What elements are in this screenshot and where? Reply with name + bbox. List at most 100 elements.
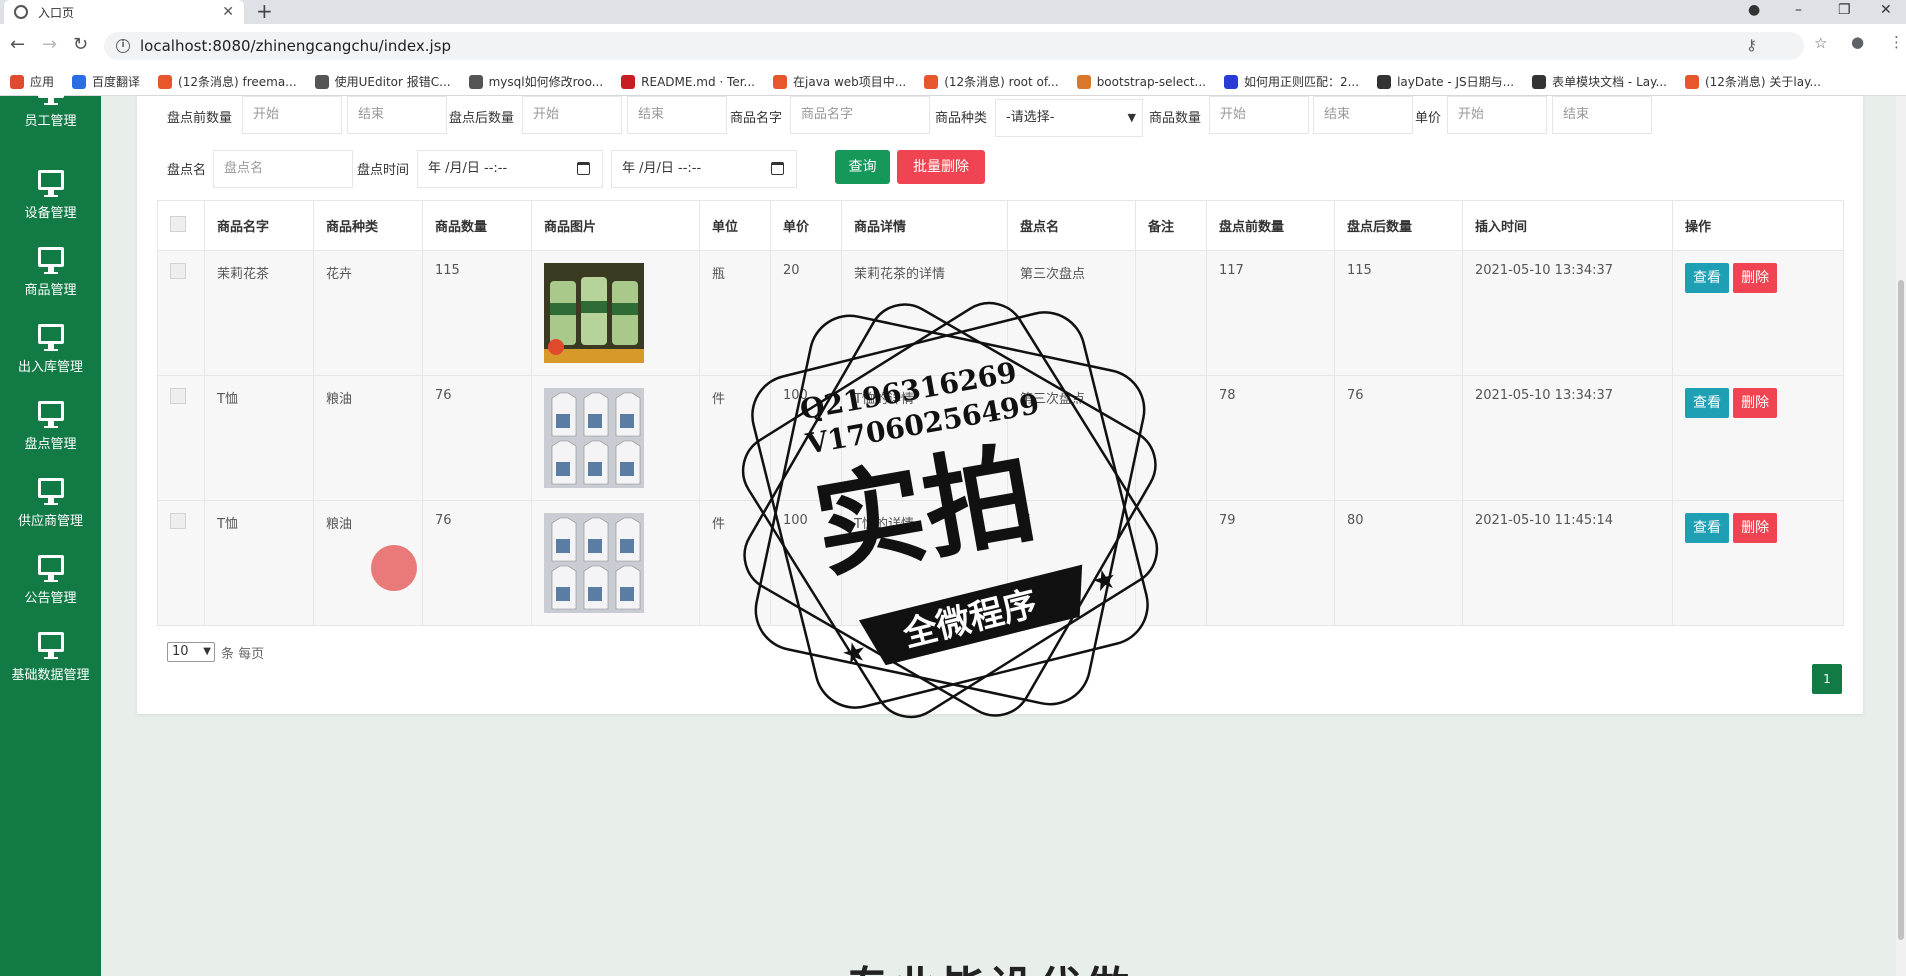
close-window-icon[interactable]: ✕: [1880, 0, 1892, 24]
actions-cell: 查看 删除: [1672, 500, 1844, 626]
browser-tab[interactable]: 入口页 ✕: [4, 0, 244, 24]
bookmark-favicon-icon: [468, 74, 483, 89]
view-button[interactable]: 查看: [1685, 513, 1729, 543]
date-placeholder: 年 /月/日 --:--: [428, 161, 508, 176]
apps-grid-icon: [10, 74, 24, 89]
cell-type: 粮油: [313, 375, 423, 501]
column-header: 商品详情: [841, 200, 1008, 251]
row-select-cell: [157, 375, 205, 501]
info-icon[interactable]: i: [116, 39, 130, 53]
back-icon[interactable]: ←: [10, 34, 25, 55]
row-checkbox[interactable]: [170, 388, 186, 404]
page-size-select[interactable]: 10 ▼: [167, 642, 215, 662]
product-type-selected: -请选择-: [1006, 110, 1055, 125]
sidebar-item-announcements[interactable]: 公告管理: [0, 555, 101, 606]
row-checkbox[interactable]: [170, 513, 186, 529]
url-field[interactable]: i localhost:8080/zhinengcangchu/index.js…: [104, 32, 1804, 60]
sidebar-item-stocktake[interactable]: 盘点管理: [0, 401, 101, 452]
bookmark-favicon-icon: [1223, 74, 1238, 89]
delete-button[interactable]: 删除: [1733, 263, 1778, 293]
actions-cell: 查看 删除: [1672, 375, 1844, 501]
product-qty-end-input[interactable]: 结束: [1313, 96, 1413, 134]
bookmark-item[interactable]: 使用UEditor 报错C...: [314, 73, 451, 90]
bookmark-item[interactable]: 在java web项目中...: [773, 73, 906, 90]
bookmark-item[interactable]: mysql如何修改roo...: [468, 73, 604, 90]
monitor-icon: [37, 478, 64, 505]
view-button[interactable]: 查看: [1685, 388, 1729, 418]
monitor-icon: [37, 324, 64, 351]
bookmark-item[interactable]: 表单模块文档 - Lay...: [1532, 73, 1667, 90]
delete-button[interactable]: 删除: [1733, 513, 1778, 543]
sidebar-item-staff[interactable]: 员工管理: [0, 88, 101, 129]
bookmark-item[interactable]: bootstrap-select...: [1076, 74, 1206, 89]
monitor-icon: [37, 170, 64, 197]
price-start-input[interactable]: 开始: [1447, 96, 1547, 134]
sidebar-item-suppliers[interactable]: 供应商管理: [0, 478, 101, 529]
profile-dropdown-icon[interactable]: ●: [1748, 0, 1760, 24]
check-time-start-input[interactable]: 年 /月/日 --:--: [417, 150, 603, 188]
calendar-icon[interactable]: [577, 162, 590, 175]
bookmark-item[interactable]: (12条消息) 关于lay...: [1684, 73, 1821, 90]
check-time-end-input[interactable]: 年 /月/日 --:--: [611, 150, 797, 188]
product-image-cell: [531, 500, 700, 626]
check-name-input[interactable]: 盘点名: [213, 150, 353, 188]
after-qty-start-input[interactable]: 开始: [522, 96, 622, 134]
cell-time: 2021-05-10 11:45:14: [1462, 500, 1673, 626]
bookmark-label: (12条消息) 关于lay...: [1704, 75, 1821, 89]
query-button[interactable]: 查询: [835, 150, 890, 184]
row-checkbox[interactable]: [170, 263, 186, 279]
sidebar-item-equipment[interactable]: 设备管理: [0, 170, 101, 221]
star-icon: ★: [1088, 561, 1120, 599]
price-end-input[interactable]: 结束: [1552, 96, 1652, 134]
bookmark-favicon-icon: [1076, 74, 1091, 89]
new-tab-icon[interactable]: +: [256, 0, 273, 24]
click-indicator: [371, 545, 417, 591]
delete-button[interactable]: 删除: [1733, 388, 1778, 418]
price-label: 单价: [1415, 111, 1442, 126]
restore-icon[interactable]: ❐: [1838, 0, 1851, 24]
sidebar-item-base-data[interactable]: 基础数据管理: [0, 632, 101, 683]
bookmark-favicon-icon: [773, 74, 787, 89]
product-image: [544, 263, 699, 363]
before-qty-end-input[interactable]: 结束: [347, 96, 447, 134]
page-size-control: 10 ▼ 条 每页: [167, 642, 264, 662]
page-1-button[interactable]: 1: [1812, 664, 1842, 694]
bookmark-star-icon[interactable]: ☆: [1814, 34, 1827, 52]
footer-heading: 专业毕设代做: [845, 952, 1133, 976]
bookmark-item[interactable]: README.md · Ter...: [621, 74, 755, 89]
cell-after: 115: [1334, 250, 1463, 376]
bookmark-item[interactable]: layDate - JS日期与...: [1377, 73, 1514, 90]
cell-qty: 76: [422, 375, 532, 501]
cell-qty: 76: [422, 500, 532, 626]
menu-icon[interactable]: ⋮: [1889, 33, 1904, 51]
per-page-text: 条 每页: [221, 646, 265, 662]
before-qty-start-input[interactable]: 开始: [242, 96, 342, 134]
key-icon[interactable]: ⚷: [1746, 36, 1757, 54]
sidebar-item-inventory-io[interactable]: 出入库管理: [0, 324, 101, 375]
product-qty-start-input[interactable]: 开始: [1209, 96, 1309, 134]
monitor-icon: [37, 88, 64, 105]
date-placeholder: 年 /月/日 --:--: [622, 161, 702, 176]
account-icon[interactable]: ●: [1851, 33, 1864, 51]
product-name-input[interactable]: 商品名字: [790, 96, 930, 134]
cell-name: T恤: [204, 500, 314, 626]
after-qty-end-input[interactable]: 结束: [627, 96, 727, 134]
column-header: 单位: [699, 200, 771, 251]
bookmark-item[interactable]: (12条消息) freema...: [158, 73, 297, 90]
view-button[interactable]: 查看: [1685, 263, 1729, 293]
bookmark-label: mysql如何修改roo...: [488, 75, 604, 89]
forward-icon[interactable]: →: [42, 34, 57, 55]
close-tab-icon[interactable]: ✕: [222, 4, 234, 20]
calendar-icon[interactable]: [771, 162, 784, 175]
select-all-checkbox[interactable]: [170, 215, 186, 232]
bookmark-item[interactable]: (12条消息) root of...: [924, 73, 1059, 90]
batch-delete-button[interactable]: 批量删除: [897, 150, 985, 184]
before-qty-label: 盘点前数量: [167, 111, 233, 126]
minimize-icon[interactable]: –: [1795, 0, 1802, 24]
scrollbar-thumb[interactable]: [1898, 280, 1904, 940]
product-type-select[interactable]: -请选择- ▼: [995, 99, 1143, 137]
reload-icon[interactable]: ↻: [73, 34, 88, 55]
chevron-down-icon: ▼: [1127, 111, 1136, 124]
sidebar-item-products[interactable]: 商品管理: [0, 247, 101, 298]
bookmark-item[interactable]: 如何用正则匹配：2...: [1223, 73, 1359, 90]
